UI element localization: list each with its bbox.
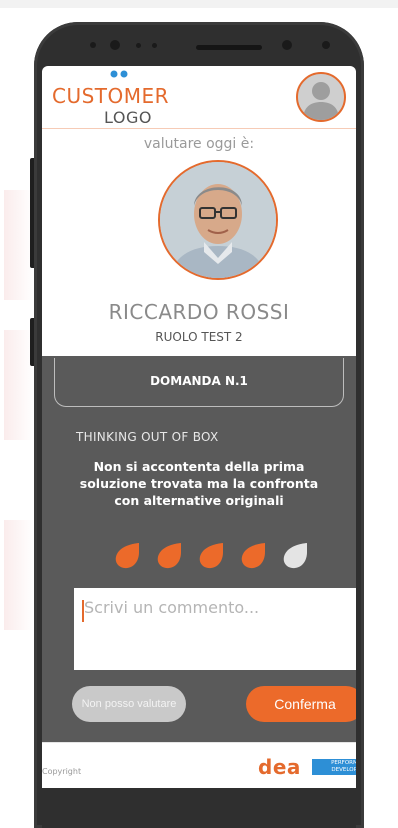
rating-drop-icon[interactable] <box>196 540 226 570</box>
phone-top-bezel <box>46 36 356 62</box>
rating-drop-icon[interactable] <box>112 540 142 570</box>
footer: Copyright dea PERFORMANCE DEVELOPMENT <box>42 742 356 788</box>
rating-drop-icon[interactable] <box>238 540 268 570</box>
confirm-button[interactable]: Conferma <box>246 686 356 722</box>
person-photo <box>158 160 278 280</box>
logo-text-line1: CUSTOMER <box>52 84 170 108</box>
top-stripe <box>0 0 398 8</box>
comment-input[interactable] <box>74 588 356 670</box>
dea-logo-badge: PERFORMANCE DEVELOPMENT <box>312 759 356 775</box>
portrait-image <box>160 162 276 278</box>
user-avatar-button[interactable] <box>296 72 346 122</box>
question-title: DOMANDA N.1 <box>150 374 248 388</box>
front-camera <box>282 40 292 50</box>
person-name: RICCARDO ROSSI <box>108 300 290 324</box>
header-divider <box>42 128 356 129</box>
background-shadow <box>4 520 34 630</box>
rating-drop-icon[interactable] <box>280 540 310 570</box>
profile-section: CUSTOMER LOGO valutare oggi è: RICCARDO … <box>42 66 356 356</box>
user-icon <box>303 82 339 120</box>
customer-logo: CUSTOMER LOGO <box>52 70 182 127</box>
sensor-dot <box>110 40 120 50</box>
dea-logo: dea PERFORMANCE DEVELOPMENT <box>258 753 356 783</box>
cannot-evaluate-button[interactable]: Non posso valutare <box>72 686 186 722</box>
evaluation-subtitle: valutare oggi è: <box>143 136 255 152</box>
phone-bottom-bezel <box>42 788 356 828</box>
sensor-dot <box>152 43 157 48</box>
text-cursor <box>82 600 84 622</box>
rating-drop-icon[interactable] <box>154 540 184 570</box>
app-screen: CUSTOMER LOGO valutare oggi è: RICCARDO … <box>42 66 356 788</box>
sensor-dot <box>322 41 330 49</box>
question-text: Non si accontenta della prima soluzione … <box>79 459 319 508</box>
logo-text-line2: LOGO <box>104 108 152 127</box>
sensor-dot <box>136 43 141 48</box>
rating-drops <box>112 540 312 574</box>
copyright-text: Copyright <box>42 767 82 776</box>
people-icon <box>110 70 128 78</box>
dea-logo-text: dea <box>258 755 301 779</box>
question-category: THINKING OUT OF BOX <box>76 430 219 444</box>
question-card: DOMANDA N.1 <box>54 358 344 407</box>
person-role: RUOLO TEST 2 <box>155 330 243 344</box>
sensor-dot <box>90 42 96 48</box>
earpiece-speaker <box>196 45 262 50</box>
